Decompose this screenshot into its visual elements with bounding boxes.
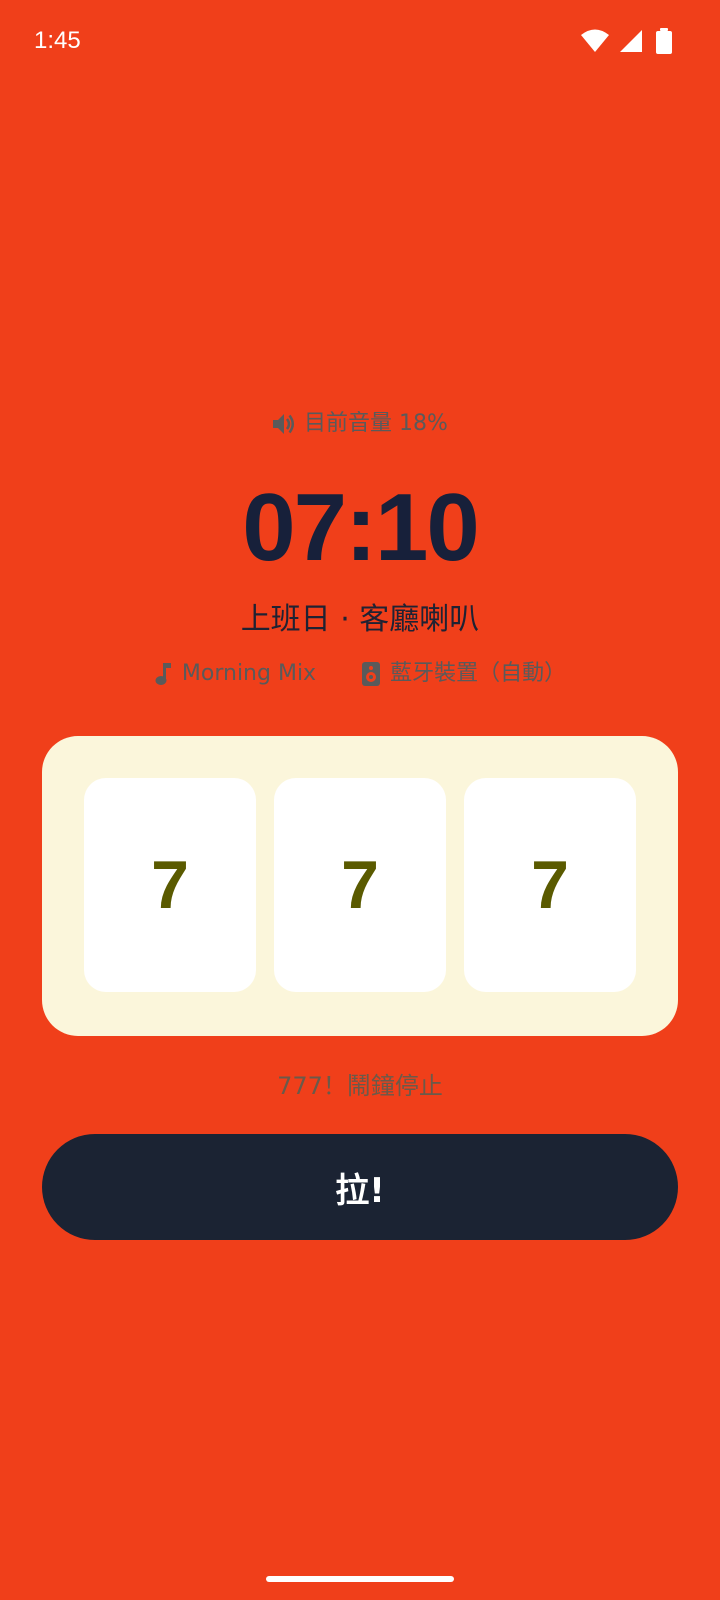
home-indicator[interactable] [266, 1576, 454, 1582]
volume-indicator: 目前音量 18% [0, 404, 720, 444]
status-time: 1:45 [34, 27, 81, 54]
slot-reel: 7 [274, 778, 446, 992]
battery-icon [656, 28, 672, 54]
volume-text: 目前音量 18% [304, 411, 448, 436]
alarm-time: 07:10 [242, 474, 480, 581]
music-note-icon [154, 662, 172, 686]
status-icons [580, 28, 690, 56]
music-info: Morning Mix [154, 656, 316, 692]
slot-reel: 7 [464, 778, 636, 992]
slot-result-text: 777！鬧鐘停止 [277, 1072, 443, 1100]
pull-lever-button[interactable]: 拉! [42, 1134, 678, 1240]
cell-signal-icon [620, 30, 642, 52]
alarm-label: 上班日 · 客廳喇叭 [240, 602, 480, 637]
music-name: Morning Mix [181, 661, 317, 686]
speaker-device-icon [362, 662, 381, 686]
wifi-icon [581, 29, 609, 52]
slot-reel: 7 [84, 778, 256, 992]
status-bar: 1:45 [0, 0, 720, 88]
slot-machine-panel: 7 7 7 [42, 736, 678, 1036]
speaker-icon [272, 413, 296, 435]
device-name: 藍牙裝置（自動） [390, 661, 567, 686]
device-info: 藍牙裝置（自動） [362, 656, 566, 692]
alarm-meta: Morning Mix 藍牙裝置（自動） [0, 656, 720, 692]
